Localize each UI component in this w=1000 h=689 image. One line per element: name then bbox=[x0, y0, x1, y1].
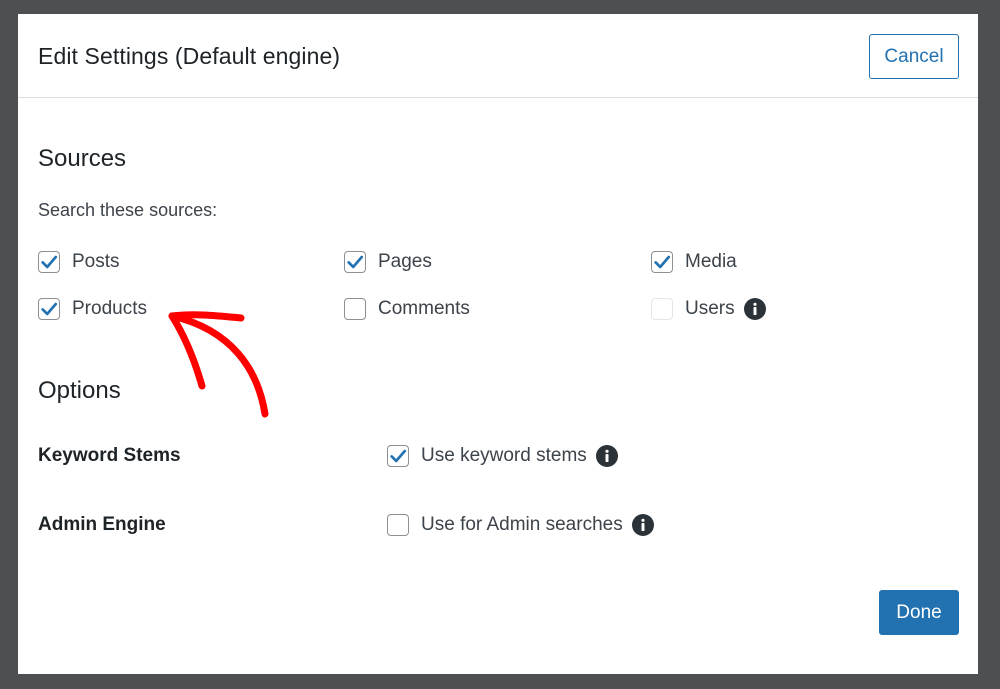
info-icon[interactable] bbox=[631, 514, 654, 536]
media-checkbox[interactable] bbox=[651, 251, 673, 273]
comments-checkbox[interactable] bbox=[344, 298, 366, 320]
done-button[interactable]: Done bbox=[879, 590, 959, 635]
sources-hint: Search these sources: bbox=[38, 200, 218, 220]
sources-heading: Sources bbox=[38, 145, 127, 172]
products-checkbox[interactable] bbox=[38, 298, 60, 320]
info-icon[interactable] bbox=[743, 298, 766, 320]
pages-checkbox[interactable] bbox=[344, 251, 366, 273]
checkmark-icon bbox=[41, 255, 58, 269]
keyword-stems-option[interactable]: Use keyword stems bbox=[387, 445, 618, 467]
modal-header: Edit Settings (Default engine) Cancel bbox=[18, 14, 978, 98]
checkmark-icon bbox=[654, 255, 671, 269]
keyword-stems-checkbox-label: Use keyword stems bbox=[421, 445, 587, 466]
admin-engine-option[interactable]: Use for Admin searches bbox=[387, 514, 654, 536]
posts-checkbox[interactable] bbox=[38, 251, 60, 273]
cancel-button[interactable]: Cancel bbox=[869, 34, 959, 79]
admin-engine-checkbox[interactable] bbox=[387, 514, 409, 536]
checkmark-icon bbox=[41, 302, 58, 316]
checkmark-icon bbox=[347, 255, 364, 269]
source-users[interactable]: Users bbox=[651, 298, 766, 320]
info-icon[interactable] bbox=[595, 445, 618, 467]
users-label: Users bbox=[685, 298, 735, 319]
source-media[interactable]: Media bbox=[651, 251, 737, 273]
modal-title: Edit Settings (Default engine) bbox=[38, 43, 341, 69]
source-posts[interactable]: Posts bbox=[38, 251, 120, 273]
source-pages[interactable]: Pages bbox=[344, 251, 432, 273]
source-products[interactable]: Products bbox=[38, 298, 147, 320]
options-heading: Options bbox=[38, 377, 121, 404]
posts-label: Posts bbox=[72, 251, 120, 272]
pages-label: Pages bbox=[378, 251, 432, 272]
users-checkbox[interactable] bbox=[651, 298, 673, 320]
media-label: Media bbox=[685, 251, 737, 272]
products-label: Products bbox=[72, 298, 147, 319]
admin-engine-label: Admin Engine bbox=[38, 514, 166, 535]
edit-settings-modal: Edit Settings (Default engine) Cancel So… bbox=[18, 14, 978, 674]
admin-engine-checkbox-label: Use for Admin searches bbox=[421, 514, 623, 535]
keyword-stems-checkbox[interactable] bbox=[387, 445, 409, 467]
checkmark-icon bbox=[390, 449, 407, 463]
comments-label: Comments bbox=[378, 298, 470, 319]
keyword-stems-label: Keyword Stems bbox=[38, 445, 181, 466]
source-comments[interactable]: Comments bbox=[344, 298, 470, 320]
